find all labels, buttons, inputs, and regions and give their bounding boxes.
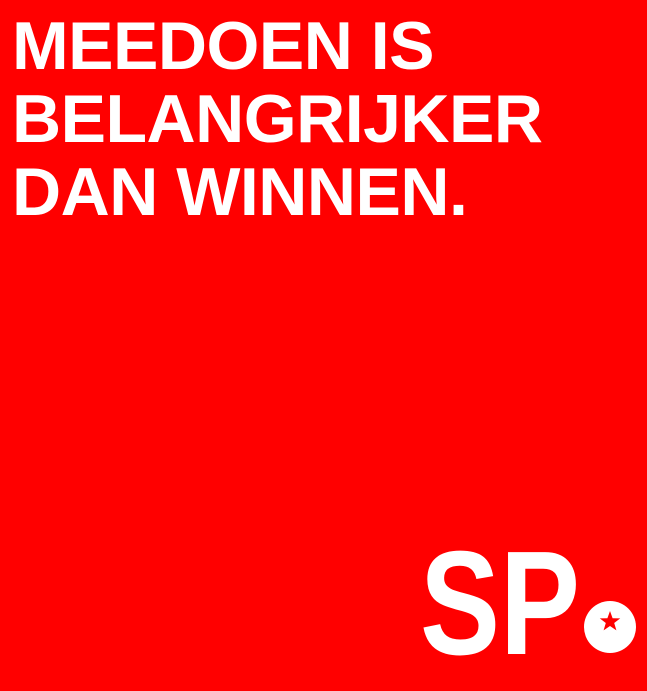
headline-line-3: DAN WINNEN. [12,154,468,230]
poster: MEEDOEN IS BELANGRIJKER DAN WINNEN. SP [0,0,647,691]
headline-line-1: MEEDOEN IS [12,8,434,84]
sp-logo: SP [420,526,636,666]
sp-logo-text: SP [420,526,580,666]
headline-line-2: BELANGRIJKER [12,81,543,157]
tomato-star-icon [584,601,636,653]
headline: MEEDOEN IS BELANGRIJKER DAN WINNEN. [12,10,642,229]
